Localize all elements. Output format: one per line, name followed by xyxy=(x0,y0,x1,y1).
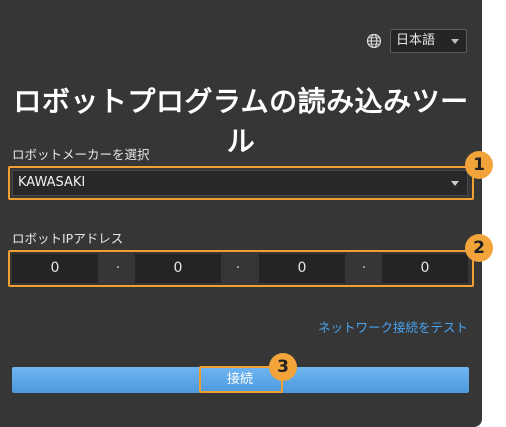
callout-badge-3: 3 xyxy=(269,353,297,381)
language-selector-group: 日本語 xyxy=(366,29,467,53)
callout-badge-2: 2 xyxy=(465,234,493,262)
chevron-down-icon xyxy=(451,39,459,44)
callout-badge-1: 1 xyxy=(465,151,493,179)
callout-frame-2 xyxy=(8,250,474,287)
language-select-value: 日本語 xyxy=(396,33,436,48)
ip-label: ロボットIPアドレス xyxy=(12,231,124,246)
maker-label: ロボットメーカーを選択 xyxy=(12,147,150,162)
tool-panel: 日本語 ロボットプログラムの読み込みツール ロボットメーカーを選択 KAWASA… xyxy=(0,0,493,427)
callout-frame-1 xyxy=(8,166,474,200)
globe-icon xyxy=(366,33,382,49)
test-connection-link[interactable]: ネットワーク接続をテスト xyxy=(318,317,468,336)
language-select[interactable]: 日本語 xyxy=(390,29,467,53)
